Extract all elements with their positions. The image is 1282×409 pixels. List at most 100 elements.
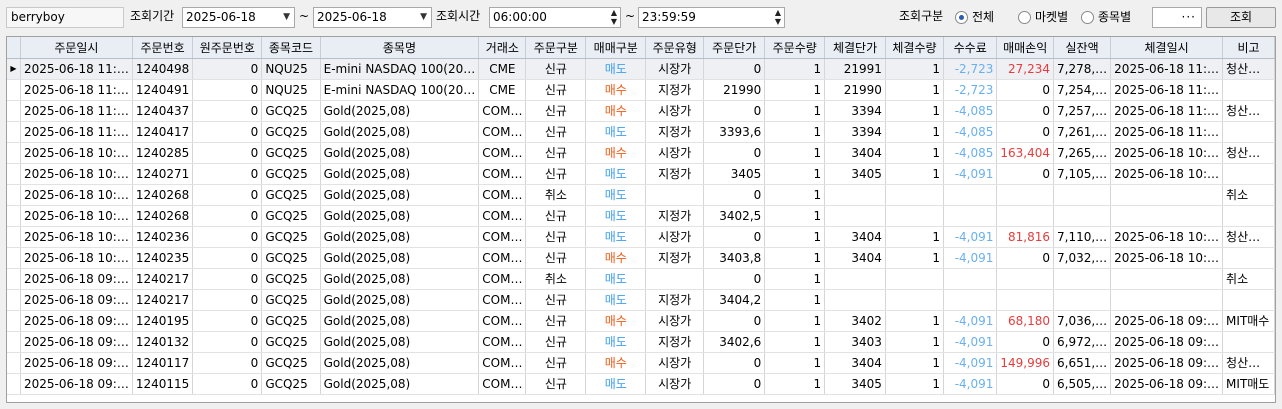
cell-orig-order-no: 0 — [192, 373, 263, 395]
row-selector[interactable] — [7, 352, 21, 374]
cell-order-price: 0 — [703, 184, 766, 206]
time-to-spinner[interactable]: 23:59:59 ▲ ▼ — [638, 7, 785, 28]
row-selector[interactable] — [7, 205, 21, 227]
cell-fill-time: 2025-06-18 09:… — [1110, 373, 1224, 395]
cell-exchange: COM… — [478, 205, 527, 227]
column-header-order-time[interactable]: 주문일시 — [20, 37, 133, 59]
dropdown-arrow-icon[interactable]: ▼ — [420, 8, 427, 27]
column-header-order-price[interactable]: 주문단가 — [703, 37, 766, 59]
column-header-fill-qty[interactable]: 체결수량 — [885, 37, 944, 59]
cell-symbol-code: GCQ25 — [261, 247, 321, 269]
row-selector[interactable] — [7, 331, 21, 353]
cell-real-balance — [1053, 184, 1112, 206]
cell-orig-order-no: 0 — [192, 100, 263, 122]
row-selector[interactable] — [7, 226, 21, 248]
cell-real-balance — [1053, 268, 1112, 290]
table-row[interactable]: 2025-06-18 10:… 1240285 0 GCQ25 Gold(2025,08… — [7, 142, 1275, 164]
column-header-pnl[interactable]: 매매손익 — [996, 37, 1054, 59]
row-selector[interactable] — [7, 142, 21, 164]
column-header-exchange[interactable]: 거래소 — [478, 37, 527, 59]
row-selector[interactable] — [7, 289, 21, 311]
cell-order-no: 1240235 — [132, 247, 194, 269]
table-row[interactable]: 2025-06-18 11:… 1240491 0 NQU25 E-mini NASDA… — [7, 79, 1275, 101]
spin-up-icon[interactable]: ▲ — [775, 8, 781, 17]
column-header-fee[interactable]: 수수료 — [943, 37, 998, 59]
table-row[interactable]: 2025-06-18 09:… 1240195 0 GCQ25 Gold(2025,08… — [7, 310, 1275, 332]
spin-down-icon[interactable]: ▼ — [611, 17, 617, 26]
search-button[interactable]: 조회 — [1206, 7, 1276, 28]
radio-item[interactable]: 종목별 — [1081, 7, 1147, 28]
cell-symbol-name: Gold(2025,08) — [320, 352, 480, 374]
table-row[interactable]: 2025-06-18 10:… 1240268 0 GCQ25 Gold(2025,08… — [7, 205, 1275, 227]
row-selector[interactable] — [7, 310, 21, 332]
cell-pnl — [996, 205, 1054, 227]
cell-symbol-code: GCQ25 — [261, 289, 321, 311]
cell-pnl: 149,996 — [996, 352, 1054, 374]
column-header-orig-order-no[interactable]: 원주문번호 — [192, 37, 263, 59]
table-row[interactable]: 2025-06-18 09:… 1240217 0 GCQ25 Gold(2025,08… — [7, 268, 1275, 290]
column-header-symbol-name[interactable]: 종목명 — [320, 37, 480, 59]
column-header-fill-time[interactable]: 체결일시 — [1110, 37, 1224, 59]
cell-real-balance: 7,278,… — [1053, 58, 1112, 80]
cell-fill-time — [1110, 205, 1224, 227]
column-header-order-kind[interactable]: 주문구분 — [525, 37, 587, 59]
table-row[interactable]: 2025-06-18 11:… 1240437 0 GCQ25 Gold(2025,08… — [7, 100, 1275, 122]
column-header-side[interactable]: 매매구분 — [585, 37, 647, 59]
row-selector[interactable] — [7, 373, 21, 395]
row-selector[interactable] — [7, 184, 21, 206]
spin-up-icon[interactable]: ▲ — [611, 8, 617, 17]
cell-real-balance — [1053, 205, 1112, 227]
row-selector[interactable] — [7, 268, 21, 290]
column-header-real-balance[interactable]: 실잔액 — [1053, 37, 1112, 59]
item-select-field[interactable]: ··· — [1152, 7, 1202, 28]
cell-fill-price — [824, 184, 886, 206]
column-header-order-qty[interactable]: 주문수량 — [764, 37, 826, 59]
cell-symbol-name: Gold(2025,08) — [320, 331, 480, 353]
cell-order-no: 1240132 — [132, 331, 194, 353]
column-header-order-type[interactable]: 주문유형 — [645, 37, 705, 59]
column-header-fill-price[interactable]: 체결단가 — [824, 37, 886, 59]
cell-pnl: 27,234 — [996, 58, 1054, 80]
cell-remark: 청산… — [1222, 142, 1275, 164]
date-from-picker[interactable]: 2025-06-18 ▼ — [182, 7, 295, 28]
table-row[interactable]: 2025-06-18 10:… 1240236 0 GCQ25 Gold(2025,08… — [7, 226, 1275, 248]
table-row[interactable]: 2025-06-18 10:… 1240235 0 GCQ25 Gold(2025,08… — [7, 247, 1275, 269]
cell-symbol-code: GCQ25 — [261, 100, 321, 122]
row-selector[interactable] — [7, 247, 21, 269]
row-selector[interactable] — [7, 163, 21, 185]
cell-order-qty: 1 — [764, 247, 826, 269]
cell-exchange: COM… — [478, 142, 527, 164]
cell-symbol-code: GCQ25 — [261, 352, 321, 374]
table-row[interactable]: 2025-06-18 09:… 1240117 0 GCQ25 Gold(2025,08… — [7, 352, 1275, 374]
cell-pnl: 0 — [996, 121, 1054, 143]
cell-fill-price: 3405 — [824, 163, 886, 185]
row-selector[interactable] — [7, 100, 21, 122]
cell-pnl: 0 — [996, 247, 1054, 269]
table-row[interactable]: 2025-06-18 09:… 1240132 0 GCQ25 Gold(2025,08… — [7, 331, 1275, 353]
cell-order-kind: 신규 — [525, 121, 587, 143]
radio-market[interactable]: 마켓별 — [1018, 7, 1080, 28]
cell-order-time: 2025-06-18 09:… — [20, 310, 133, 332]
time-from-spinner[interactable]: 06:00:00 ▲ ▼ — [489, 7, 621, 28]
column-header-remark[interactable]: 비고 — [1222, 37, 1275, 59]
row-selector[interactable] — [7, 79, 21, 101]
table-row[interactable]: 2025-06-18 11:… 1240417 0 GCQ25 Gold(2025,08… — [7, 121, 1275, 143]
current-row-icon[interactable]: ▶ — [7, 58, 21, 80]
cell-fill-qty — [885, 184, 944, 206]
dropdown-arrow-icon[interactable]: ▼ — [283, 8, 290, 27]
table-row[interactable]: ▶ 2025-06-18 11:… 1240498 0 NQU25 E-mini NASD… — [7, 58, 1275, 80]
table-row[interactable]: 2025-06-18 10:… 1240268 0 GCQ25 Gold(2025,08… — [7, 184, 1275, 206]
table-row[interactable]: 2025-06-18 09:… 1240217 0 GCQ25 Gold(2025,08… — [7, 289, 1275, 311]
cell-order-type: 시장가 — [645, 373, 705, 395]
cell-remark — [1222, 331, 1275, 353]
user-id-field[interactable]: berryboy — [6, 7, 124, 28]
date-to-picker[interactable]: 2025-06-18 ▼ — [313, 7, 432, 28]
cell-order-type: 시장가 — [645, 352, 705, 374]
spin-down-icon[interactable]: ▼ — [775, 17, 781, 26]
row-selector[interactable] — [7, 121, 21, 143]
column-header-order-no[interactable]: 주문번호 — [132, 37, 194, 59]
column-header-symbol-code[interactable]: 종목코드 — [261, 37, 321, 59]
table-row[interactable]: 2025-06-18 09:… 1240115 0 GCQ25 Gold(2025,08… — [7, 373, 1275, 395]
radio-all[interactable]: 전체 — [955, 7, 1015, 28]
table-row[interactable]: 2025-06-18 10:… 1240271 0 GCQ25 Gold(2025,08… — [7, 163, 1275, 185]
